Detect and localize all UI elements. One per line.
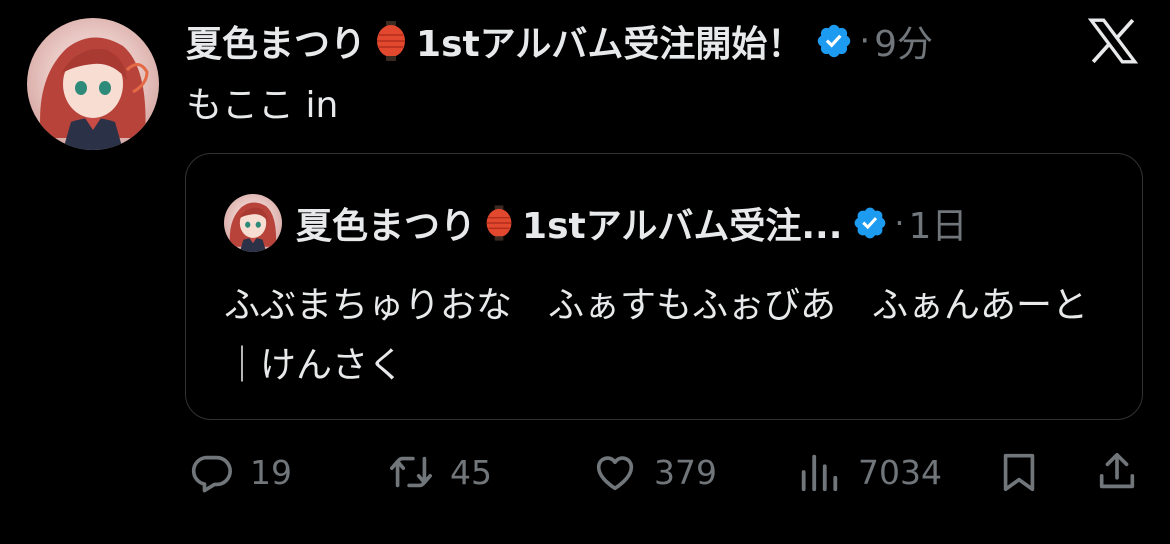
bookmark-button[interactable] [996,440,1042,504]
x-logo-icon[interactable] [1088,18,1138,64]
anime-girl-avatar-icon [229,202,277,252]
author-name-suffix[interactable]: 1stアルバム受注開始！ [416,15,803,67]
heart-icon [596,456,634,491]
share-button[interactable] [1094,440,1140,504]
quoted-tweet-time: 1日 [908,206,968,247]
quoted-tweet-card[interactable]: 夏色まつり 1stアルバム受注... · 1日 ふぶまちゅりおな ふぁすもふぉび… [185,153,1143,420]
bookmark-icon [1003,453,1035,492]
lantern-icon [486,205,512,241]
reply-count: 19 [250,452,292,492]
tweet[interactable]: 夏色まつり 1stアルバム受注開始！ · 9分 もここ in 夏色まつり 1st… [0,0,1170,544]
views-count: 7034 [858,452,942,492]
views-button[interactable]: 7034 [796,440,942,504]
quoted-author-name-suffix: 1stアルバム受注... [522,206,843,247]
author-name[interactable]: 夏色まつり [186,15,366,67]
separator-dot: · [894,204,905,242]
reply-icon [191,455,232,493]
separator-dot: · [859,21,871,61]
tweet-header: 夏色まつり 1stアルバム受注開始！ · 9分 [186,16,933,66]
reply-button[interactable]: 19 [188,440,292,504]
views-icon [801,454,838,492]
like-count: 379 [654,452,717,492]
tweet-text: もここ in [186,85,339,126]
quoted-tweet-text: ふぶまちゅりおな ふぁすもふぉびあ ふぁんあーと ｜けんさく [224,285,1125,386]
tweet-time[interactable]: 9分 [874,15,933,67]
verified-badge-icon[interactable] [815,22,853,60]
author-avatar[interactable] [27,18,159,150]
retweet-count: 45 [450,452,492,492]
quoted-author-avatar[interactable] [224,194,282,252]
quoted-author-name: 夏色まつり [296,206,477,247]
share-icon [1099,452,1135,489]
quoted-tweet-header: 夏色まつり 1stアルバム受注... · 1日 [296,198,967,248]
action-bar: 19 45 379 7034 [0,440,1170,504]
lantern-icon [377,21,406,61]
retweet-button[interactable]: 45 [388,440,492,504]
verified-badge-icon [855,207,886,239]
retweet-icon [390,456,432,488]
anime-girl-avatar-icon [40,37,149,150]
like-button[interactable]: 379 [592,440,717,504]
